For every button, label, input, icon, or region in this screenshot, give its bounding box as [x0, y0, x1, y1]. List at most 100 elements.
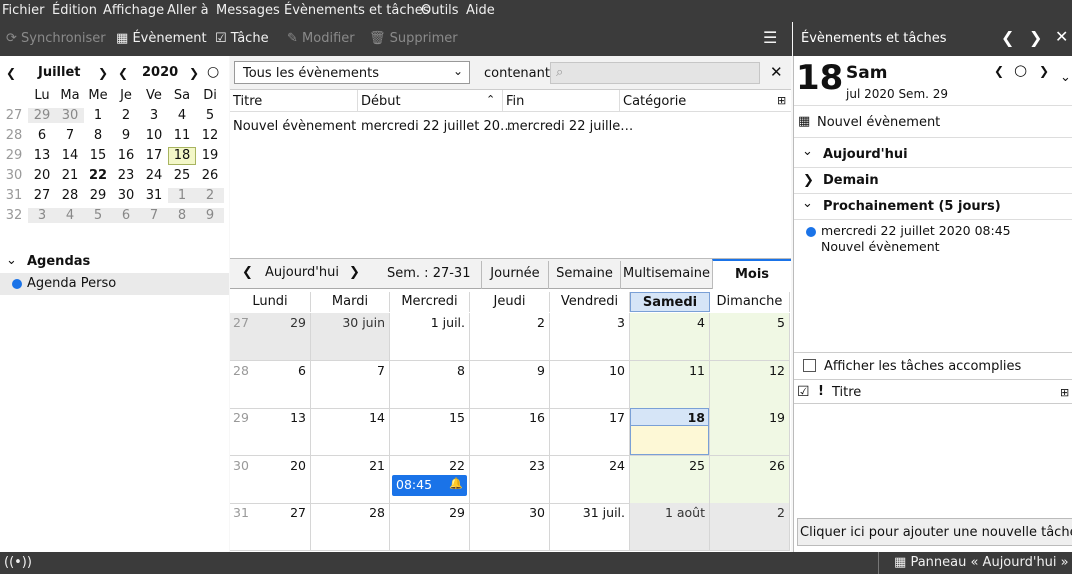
mini-month-label[interactable]: Juillet: [38, 65, 81, 80]
mini-day[interactable]: 6: [112, 208, 140, 223]
day-cell[interactable]: 30 20: [230, 455, 311, 504]
mini-day[interactable]: 7: [140, 208, 168, 223]
mini-day[interactable]: 6: [28, 128, 56, 143]
mini-day[interactable]: 29: [28, 108, 56, 123]
tab-journee[interactable]: Journée: [481, 261, 548, 289]
section-today[interactable]: ⌄ Aujourd'hui: [794, 142, 1072, 168]
day-cell[interactable]: 1 juil.: [390, 313, 470, 361]
mini-prev-month-icon[interactable]: ❮: [6, 66, 16, 80]
today-prev-icon[interactable]: ❮: [994, 64, 1004, 78]
mini-day[interactable]: 8: [168, 208, 196, 223]
mini-next-year-icon[interactable]: ❯: [189, 66, 199, 80]
mini-next-month-icon[interactable]: ❯: [98, 66, 108, 80]
menu-messages[interactable]: Messages: [216, 3, 280, 18]
day-cell[interactable]: 11: [630, 360, 710, 409]
day-cell[interactable]: 8: [390, 360, 470, 409]
day-cell[interactable]: 2: [470, 313, 550, 361]
day-cell[interactable]: 10: [550, 360, 630, 409]
mini-day[interactable]: 15: [84, 148, 112, 163]
day-cell[interactable]: 28 6: [230, 360, 311, 409]
col-end[interactable]: Fin: [506, 94, 524, 109]
mini-today-icon[interactable]: ○: [207, 64, 219, 80]
day-cell[interactable]: 21: [311, 455, 390, 504]
tab-mois[interactable]: Mois: [712, 259, 791, 290]
next-period-icon[interactable]: ❯: [349, 265, 360, 280]
mini-day[interactable]: 27: [28, 188, 56, 203]
day-cell[interactable]: 14: [311, 408, 390, 456]
mini-day[interactable]: 9: [196, 208, 224, 223]
tab-multisemaine[interactable]: Multisemaine: [620, 261, 712, 289]
mini-day[interactable]: 25: [168, 168, 196, 183]
menu-affichage[interactable]: Affichage: [103, 3, 164, 18]
mini-day[interactable]: 31: [140, 188, 168, 203]
mini-prev-year-icon[interactable]: ❮: [118, 66, 128, 80]
day-cell[interactable]: 2: [710, 503, 790, 551]
event-chip[interactable]: 08:45 🔔: [392, 474, 467, 496]
mini-day[interactable]: 28: [56, 188, 84, 203]
day-cell[interactable]: 26: [710, 455, 790, 504]
edit-button[interactable]: ✎ Modifier: [287, 31, 355, 46]
day-cell[interactable]: 1 août: [630, 503, 710, 551]
mini-day[interactable]: 26: [196, 168, 224, 183]
mini-day[interactable]: 24: [140, 168, 168, 183]
new-event-row[interactable]: ▦ Nouvel évènement: [794, 110, 1072, 138]
mini-day[interactable]: 23: [112, 168, 140, 183]
mini-day[interactable]: 3: [28, 208, 56, 223]
day-cell[interactable]: 31 27: [230, 503, 311, 551]
mini-day[interactable]: 4: [56, 208, 84, 223]
search-input[interactable]: ⌕: [550, 62, 760, 84]
mini-day[interactable]: 29: [84, 188, 112, 203]
new-task-button[interactable]: ☑ Tâche: [215, 31, 269, 46]
agendas-header[interactable]: ⌄ Agendas: [0, 252, 229, 272]
mini-day[interactable]: 9: [112, 128, 140, 143]
prev-arrow-icon[interactable]: ❮: [1001, 28, 1014, 47]
mini-day[interactable]: 3: [140, 108, 168, 123]
mini-day[interactable]: 5: [196, 108, 224, 123]
day-cell[interactable]: 19: [710, 408, 790, 456]
day-cell[interactable]: 12: [710, 360, 790, 409]
mini-day[interactable]: 10: [140, 128, 168, 143]
day-cell[interactable]: 4: [630, 313, 710, 361]
mini-day[interactable]: 19: [196, 148, 224, 163]
today-next-icon[interactable]: ❯: [1039, 64, 1049, 78]
menu-fichier[interactable]: Fichier: [2, 3, 45, 18]
prev-period-icon[interactable]: ❮: [242, 265, 253, 280]
menu-outils[interactable]: Outils: [421, 3, 459, 18]
add-task-input[interactable]: Cliquer ici pour ajouter une nouvelle tâ…: [797, 518, 1072, 546]
clear-search-icon[interactable]: ✕: [770, 63, 783, 81]
hamburger-menu-icon[interactable]: ☰: [763, 28, 777, 47]
mini-day[interactable]: 1: [84, 108, 112, 123]
tab-semaine[interactable]: Semaine: [548, 261, 620, 289]
mini-day[interactable]: 13: [28, 148, 56, 163]
mini-day[interactable]: 2: [112, 108, 140, 123]
today-pane-toggle[interactable]: ▦ Panneau « Aujourd'hui » ⌄: [894, 555, 1072, 570]
day-cell[interactable]: 17: [550, 408, 630, 456]
day-cell[interactable]: 27 29: [230, 313, 311, 361]
day-cell[interactable]: 24: [550, 455, 630, 504]
mini-day[interactable]: 12: [196, 128, 224, 143]
menu-aide[interactable]: Aide: [466, 3, 495, 18]
menu-aller[interactable]: Aller à: [167, 3, 209, 18]
mini-day[interactable]: 8: [84, 128, 112, 143]
column-picker-icon[interactable]: ⊞: [777, 94, 786, 107]
mini-day[interactable]: 30: [56, 108, 84, 123]
day-cell[interactable]: 22 08:45 🔔: [390, 455, 470, 504]
section-upcoming[interactable]: ⌄ Prochainement (5 jours): [794, 194, 1072, 220]
col-category[interactable]: Catégorie: [623, 94, 686, 109]
mini-day[interactable]: 4: [168, 108, 196, 123]
mini-day[interactable]: 20: [28, 168, 56, 183]
menu-edition[interactable]: Édition: [52, 3, 97, 18]
sync-button[interactable]: ⟳ Synchroniser: [6, 31, 106, 46]
column-picker-icon[interactable]: ⊞: [1060, 386, 1069, 399]
col-title[interactable]: Titre: [233, 94, 262, 109]
day-cell[interactable]: 29 13: [230, 408, 311, 456]
mini-day[interactable]: 2: [196, 188, 224, 203]
mini-day[interactable]: 1: [168, 188, 196, 203]
show-done-checkbox[interactable]: [803, 359, 816, 372]
section-tomorrow[interactable]: ❯ Demain: [794, 168, 1072, 194]
day-cell[interactable]: 5: [710, 313, 790, 361]
online-status-icon[interactable]: ((•)): [4, 555, 32, 570]
mini-day[interactable]: 14: [56, 148, 84, 163]
next-arrow-icon[interactable]: ❯: [1029, 28, 1042, 47]
mini-year-label[interactable]: 2020: [142, 65, 178, 80]
